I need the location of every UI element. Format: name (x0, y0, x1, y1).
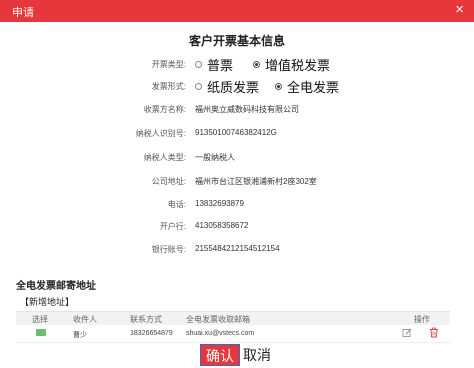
row-select-checkbox[interactable] (36, 329, 46, 336)
field-row-recipient-name: 收票方名称: 福州奥立威数码科技有限公司 (0, 101, 474, 119)
field-value: 2155484212154512154 (195, 244, 280, 253)
radio-label: 全电发票 (287, 80, 340, 95)
invoice-form-radio-group: 纸质发票 全电发票 (195, 77, 359, 96)
invoice-type-option-vat[interactable]: 增值税发票 (253, 55, 330, 74)
field-label: 收票方名称: (143, 105, 186, 114)
close-icon[interactable]: × (455, 1, 464, 19)
table-header: 选择 收件人 联系方式 全电发票收取邮箱 操作 (16, 311, 450, 325)
radio-button[interactable] (195, 61, 202, 68)
field-label: 开户行: (159, 222, 186, 231)
radio-label: 增值税发票 (265, 58, 331, 73)
cell-recipient: 曹少 (73, 332, 87, 339)
address-table: 选择 收件人 联系方式 全电发票收取邮箱 操作 曹少 18326654879 s… (16, 311, 450, 343)
field-label: 公司地址: (151, 177, 186, 186)
field-row-phone: 电话: 13832693879 (0, 196, 474, 214)
dialog-title: 申请 (12, 7, 34, 19)
invoice-form-option-paper[interactable]: 纸质发票 (195, 77, 259, 96)
radio-label: 普票 (207, 58, 234, 73)
field-value: 一般纳税人 (195, 153, 235, 162)
add-address-link[interactable]: 【新增地址】 (20, 295, 74, 308)
field-row-bank-account: 银行账号: 2155484212154512154 (0, 241, 474, 259)
cancel-button[interactable]: 取消 (243, 344, 271, 366)
field-value: 福州奥立威数码科技有限公司 (195, 105, 299, 114)
invoice-type-option-normal[interactable]: 普票 (195, 55, 233, 74)
field-value: 91350100746382412G (195, 128, 277, 137)
field-label: 电话: (167, 200, 186, 209)
field-value: 413058358672 (195, 221, 249, 230)
field-row-address: 公司地址: 福州市台江区银湘浦新村2座302室 (0, 173, 474, 191)
dialog-header: 申请 × (0, 0, 474, 22)
field-row-tax-id: 纳税人识别号: 91350100746382412G (0, 125, 474, 143)
cell-email: shuai.xu@vstecs.com (186, 330, 255, 337)
field-row-taxpayer-type: 纳税人类型: 一般纳税人 (0, 149, 474, 167)
edit-icon[interactable] (402, 328, 412, 338)
radio-button-checked[interactable] (275, 83, 283, 90)
field-row-bank: 开户行: 413058358672 (0, 218, 474, 236)
invoice-form-row: 发票形式: 纸质发票 全电发票 (0, 77, 474, 95)
column-header-recipient: 收件人 (73, 315, 97, 324)
section-title: 客户开票基本信息 (188, 34, 285, 48)
dialog-footer: 确认 取消 (0, 344, 474, 368)
field-label: 银行账号: (151, 245, 186, 254)
field-value: 13832693879 (195, 199, 244, 208)
column-header-phone: 联系方式 (130, 315, 162, 324)
column-header-select: 选择 (32, 315, 48, 324)
trash-icon[interactable] (429, 327, 439, 338)
table-row[interactable]: 曹少 18326654879 shuai.xu@vstecs.com (16, 325, 450, 343)
field-label: 纳税人类型: (143, 153, 186, 162)
radio-label: 纸质发票 (207, 80, 260, 95)
column-header-email: 全电发票收取邮箱 (186, 315, 250, 324)
field-value: 福州市台江区银湘浦新村2座302室 (195, 177, 317, 186)
invoice-form-option-electronic[interactable]: 全电发票 (275, 77, 339, 96)
radio-button-checked[interactable] (253, 61, 261, 68)
radio-button[interactable] (195, 83, 202, 90)
invoice-type-row: 开票类型: 普票 增值税发票 (0, 55, 474, 73)
invoice-type-label: 开票类型: (151, 60, 186, 69)
invoice-form-label: 发票形式: (151, 82, 186, 91)
cell-phone: 18326654879 (130, 330, 173, 337)
column-header-actions: 操作 (414, 315, 430, 324)
invoice-type-radio-group: 普票 增值税发票 (195, 55, 350, 74)
confirm-button[interactable]: 确认 (200, 344, 240, 366)
field-label: 纳税人识别号: (135, 129, 186, 138)
mailing-section-title: 全电发票邮寄地址 (16, 281, 96, 292)
